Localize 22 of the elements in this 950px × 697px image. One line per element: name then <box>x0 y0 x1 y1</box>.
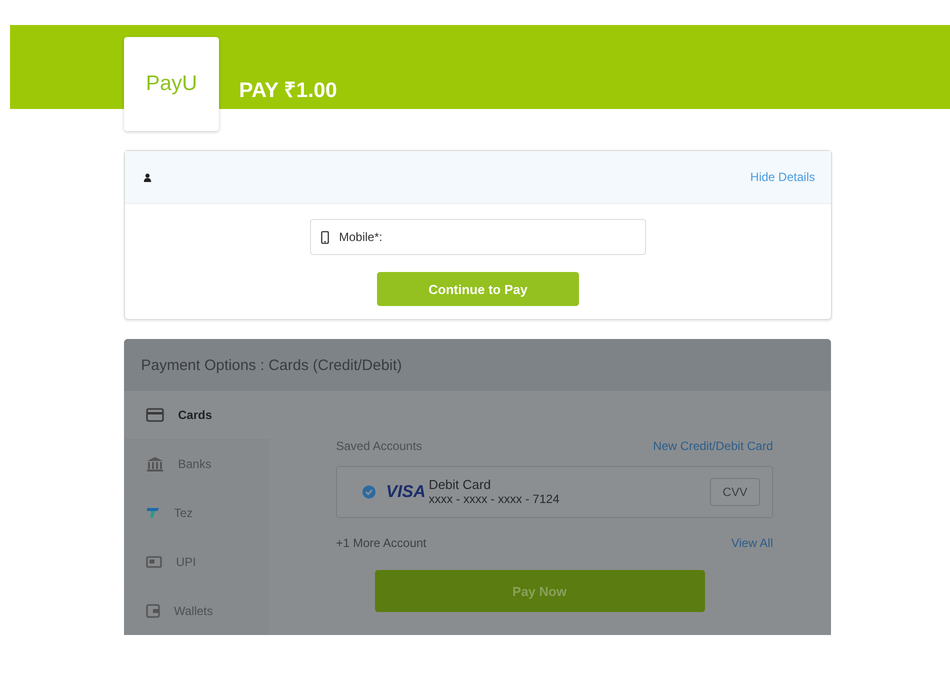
phone-icon <box>321 231 329 244</box>
saved-accounts-heading: Saved Accounts <box>336 439 422 453</box>
mobile-field[interactable]: Mobile*: <box>310 219 646 255</box>
more-accounts-text: +1 More Account <box>336 536 426 550</box>
wallet-icon <box>146 604 160 618</box>
tez-logo-icon <box>146 507 160 519</box>
pay-now-button[interactable]: Pay Now <box>374 570 704 612</box>
hide-details-link[interactable]: Hide Details <box>750 170 815 184</box>
view-all-link[interactable]: View All <box>731 536 773 550</box>
upi-icon <box>146 556 162 568</box>
card-number: xxxx - xxxx - xxxx - 7124 <box>428 492 560 507</box>
bank-icon <box>146 456 164 472</box>
continue-to-pay-button[interactable]: Continue to Pay <box>377 272 579 306</box>
logo-text: PayU <box>146 72 198 96</box>
card-type: Debit Card <box>428 477 492 492</box>
cvv-field[interactable]: CVV <box>710 478 760 506</box>
pay-amount-title: PAY ₹1.00 <box>239 78 338 103</box>
credit-card-icon <box>146 408 164 422</box>
new-card-link[interactable]: New Credit/Debit Card <box>652 439 773 453</box>
user-icon <box>143 172 152 182</box>
card-brand-logo: VISA <box>386 482 426 502</box>
panel-title: Payment Options : Cards (Credit/Debit) <box>141 356 402 374</box>
